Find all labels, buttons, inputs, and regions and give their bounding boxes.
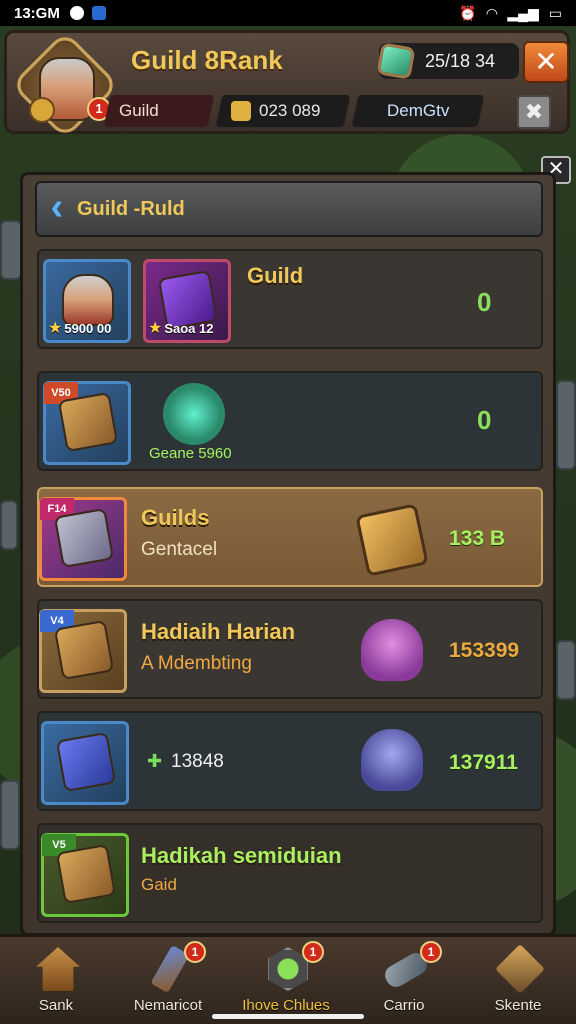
- row-subtitle: A Mdembting: [141, 653, 252, 674]
- page-title: Guild 8Rank: [131, 45, 283, 75]
- nav-item-carrio[interactable]: 1 Carrio: [354, 941, 454, 1023]
- bg-stone: [0, 780, 20, 850]
- nav-badge: 1: [184, 941, 206, 963]
- list-item[interactable]: V5 Hadikah semiduian Gaid: [37, 823, 543, 923]
- gold-chest-icon: [355, 503, 429, 577]
- nav-item-sank[interactable]: Sank: [6, 941, 106, 1023]
- hero-card-caption: ★ 5900 00: [48, 320, 112, 337]
- rank-shield-icon: [29, 97, 55, 123]
- chest-icon: [53, 619, 115, 681]
- row-subtitle: 13848: [171, 751, 224, 772]
- list-item[interactable]: V4 Hadiaih Harian A Mdembting 153399: [37, 599, 543, 699]
- list-item[interactable]: F14 Guilds Gentacel 133 B: [37, 487, 543, 587]
- nav-badge: 1: [302, 941, 324, 963]
- row-title: Guild: [247, 263, 304, 288]
- status-bar: 13:GM ⏰ ◠ ▂▄▆ ▭: [0, 0, 576, 26]
- reward-card[interactable]: F14: [39, 497, 127, 581]
- row-value: 133 B: [449, 527, 506, 550]
- header-tabs: Guild 023 089 DemGtv: [103, 95, 485, 127]
- gem-icon: [376, 42, 416, 80]
- panel-title-bar: ‹ Guild -Ruld: [35, 181, 543, 237]
- row-value: 153399: [449, 639, 520, 662]
- tab-dem-label: DemGtv: [386, 101, 450, 120]
- signal-icon: ▂▄▆: [507, 4, 539, 21]
- row-value: 137911: [449, 751, 518, 774]
- gold-coin-icon: [231, 101, 251, 121]
- chest-icon: [55, 843, 117, 905]
- bg-stone: [556, 640, 576, 700]
- row-title: Hadikah semiduian: [141, 843, 342, 868]
- home-icon: [36, 947, 80, 991]
- nav-label: Sank: [38, 997, 74, 1014]
- nav-label: Carrio: [383, 997, 425, 1014]
- alarm-icon: ⏰: [459, 4, 477, 21]
- bg-stone: [0, 500, 18, 550]
- chest-icon: [57, 391, 119, 453]
- row-title: Guilds: [141, 505, 210, 530]
- row-value: 0: [477, 287, 492, 317]
- wifi-icon: ◠: [486, 4, 498, 21]
- bottom-nav: Sank 1 Nemaricot 1 Ihove Chlues 1 Carrio…: [0, 934, 576, 1024]
- status-time: 13:GM: [14, 4, 60, 22]
- top-header: 1 Guild 8Rank 25/18 34 ✕ Guild 023 089 D…: [4, 30, 570, 140]
- tab-guild[interactable]: Guild: [103, 95, 215, 127]
- list-item[interactable]: ★ 5900 00 ★ Saoa 12 Guild 0: [37, 249, 543, 349]
- guild-panel: ‹ Guild -Ruld ★ 5900 00 ★ Saoa 12 Guild 0 …: [20, 172, 556, 936]
- nav-item-nemaricot[interactable]: 1 Nemaricot: [118, 941, 218, 1023]
- reward-card[interactable]: [41, 721, 129, 805]
- row-value: 0: [477, 405, 492, 435]
- nav-item-skente[interactable]: Skente: [468, 941, 568, 1023]
- reward-card[interactable]: V4: [39, 609, 127, 693]
- panel-title: Guild -Ruld: [77, 197, 185, 220]
- chest-icon: [53, 507, 115, 569]
- list-item[interactable]: ✚ 13848 137911: [37, 711, 543, 811]
- gold-amount: 023 089: [259, 101, 321, 120]
- row-subtitle: Gentacel: [141, 539, 218, 560]
- crystal-emblem-icon: [163, 383, 225, 445]
- currency-amount: 25/18 34: [425, 50, 496, 71]
- chest-card[interactable]: ★ Saoa 12: [143, 259, 231, 343]
- reward-card[interactable]: V50: [43, 381, 131, 465]
- battery-icon: ▭: [548, 4, 562, 21]
- settings-gear-icon[interactable]: ✖: [517, 95, 551, 129]
- reward-card[interactable]: V5: [41, 833, 129, 917]
- tab-dem[interactable]: DemGtv: [351, 95, 485, 127]
- app-notification-icon: [69, 6, 84, 20]
- row-subtitle: Geane 5960: [149, 445, 232, 462]
- hero-card[interactable]: ★ 5900 00: [43, 259, 131, 343]
- list-item[interactable]: V50 Geane 5960 0: [37, 371, 543, 471]
- nav-label: Nemaricot: [133, 997, 203, 1014]
- bg-stone: [556, 380, 576, 470]
- cube-icon: [55, 731, 117, 793]
- tools-icon: [495, 944, 545, 994]
- tab-guild-label: Guild: [119, 101, 159, 120]
- nav-badge: 1: [420, 941, 442, 963]
- row-title: Hadiaih Harian: [141, 619, 296, 644]
- status-icons: ⏰ ◠ ▂▄▆ ▭: [459, 5, 562, 22]
- chest-card-caption: ★ Saoa 12: [148, 320, 214, 337]
- gold-counter: 023 089: [215, 95, 351, 127]
- pink-demon-icon: [361, 619, 423, 681]
- home-indicator[interactable]: [212, 1014, 364, 1019]
- back-arrow-icon[interactable]: ‹: [37, 183, 77, 235]
- nav-label: Skente: [494, 997, 542, 1014]
- close-button[interactable]: ✕: [523, 41, 569, 83]
- app-notification-icon: [91, 6, 106, 20]
- row-subtitle: Gaid: [141, 875, 177, 894]
- bg-stone: [0, 220, 22, 280]
- nav-item-ihove-chlues[interactable]: 1 Ihove Chlues: [236, 941, 336, 1023]
- nav-label: Ihove Chlues: [242, 997, 330, 1014]
- plus-icon: ✚: [147, 751, 163, 771]
- blue-demon-icon: [361, 729, 423, 791]
